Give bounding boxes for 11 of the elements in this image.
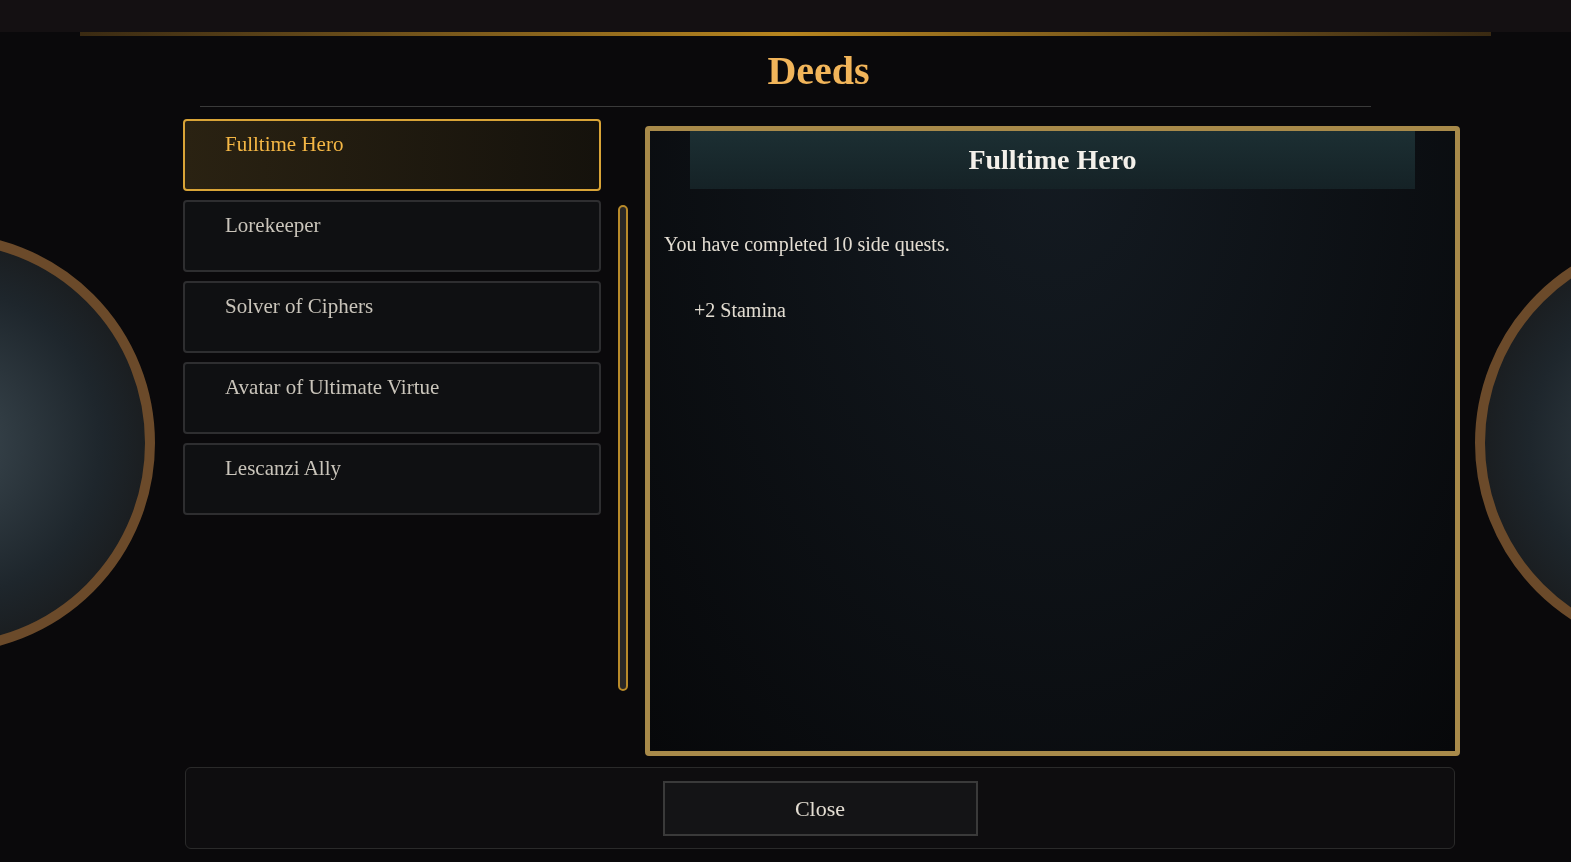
reward-text: +2 Stamina	[694, 298, 787, 323]
deed-list-item[interactable]: Solver of Ciphers	[183, 281, 601, 353]
deed-list-item[interactable]: Lorekeeper	[183, 200, 601, 272]
close-button[interactable]: Close	[662, 780, 978, 836]
deed-list-item[interactable]: Avatar of Ultimate Virtue	[183, 362, 601, 434]
detail-title: Fulltime Hero	[968, 143, 1137, 177]
deed-description: You have completed 10 side quests.	[664, 232, 951, 258]
deed-list-item[interactable]: Fulltime Hero	[183, 119, 601, 191]
scrollbar[interactable]	[618, 205, 628, 691]
window-title: Deeds	[767, 47, 870, 95]
deed-list-item[interactable]: Lescanzi Ally	[183, 443, 601, 515]
